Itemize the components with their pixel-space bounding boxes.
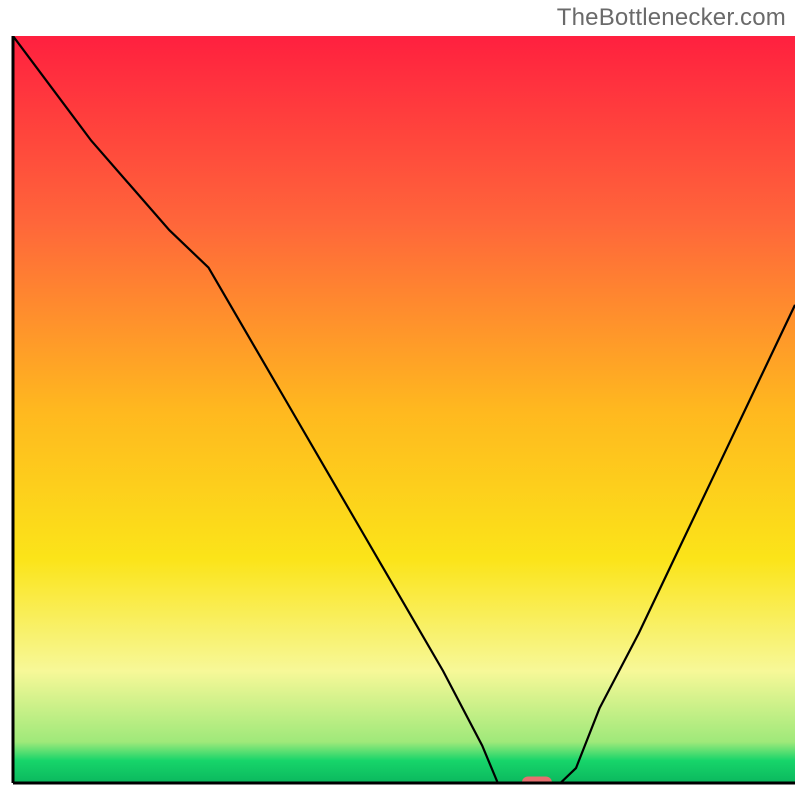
bottleneck-chart: [0, 0, 800, 800]
chart-container: TheBottlenecker.com: [0, 0, 800, 800]
attribution-watermark: TheBottlenecker.com: [557, 4, 786, 32]
chart-background-gradient: [13, 36, 795, 783]
